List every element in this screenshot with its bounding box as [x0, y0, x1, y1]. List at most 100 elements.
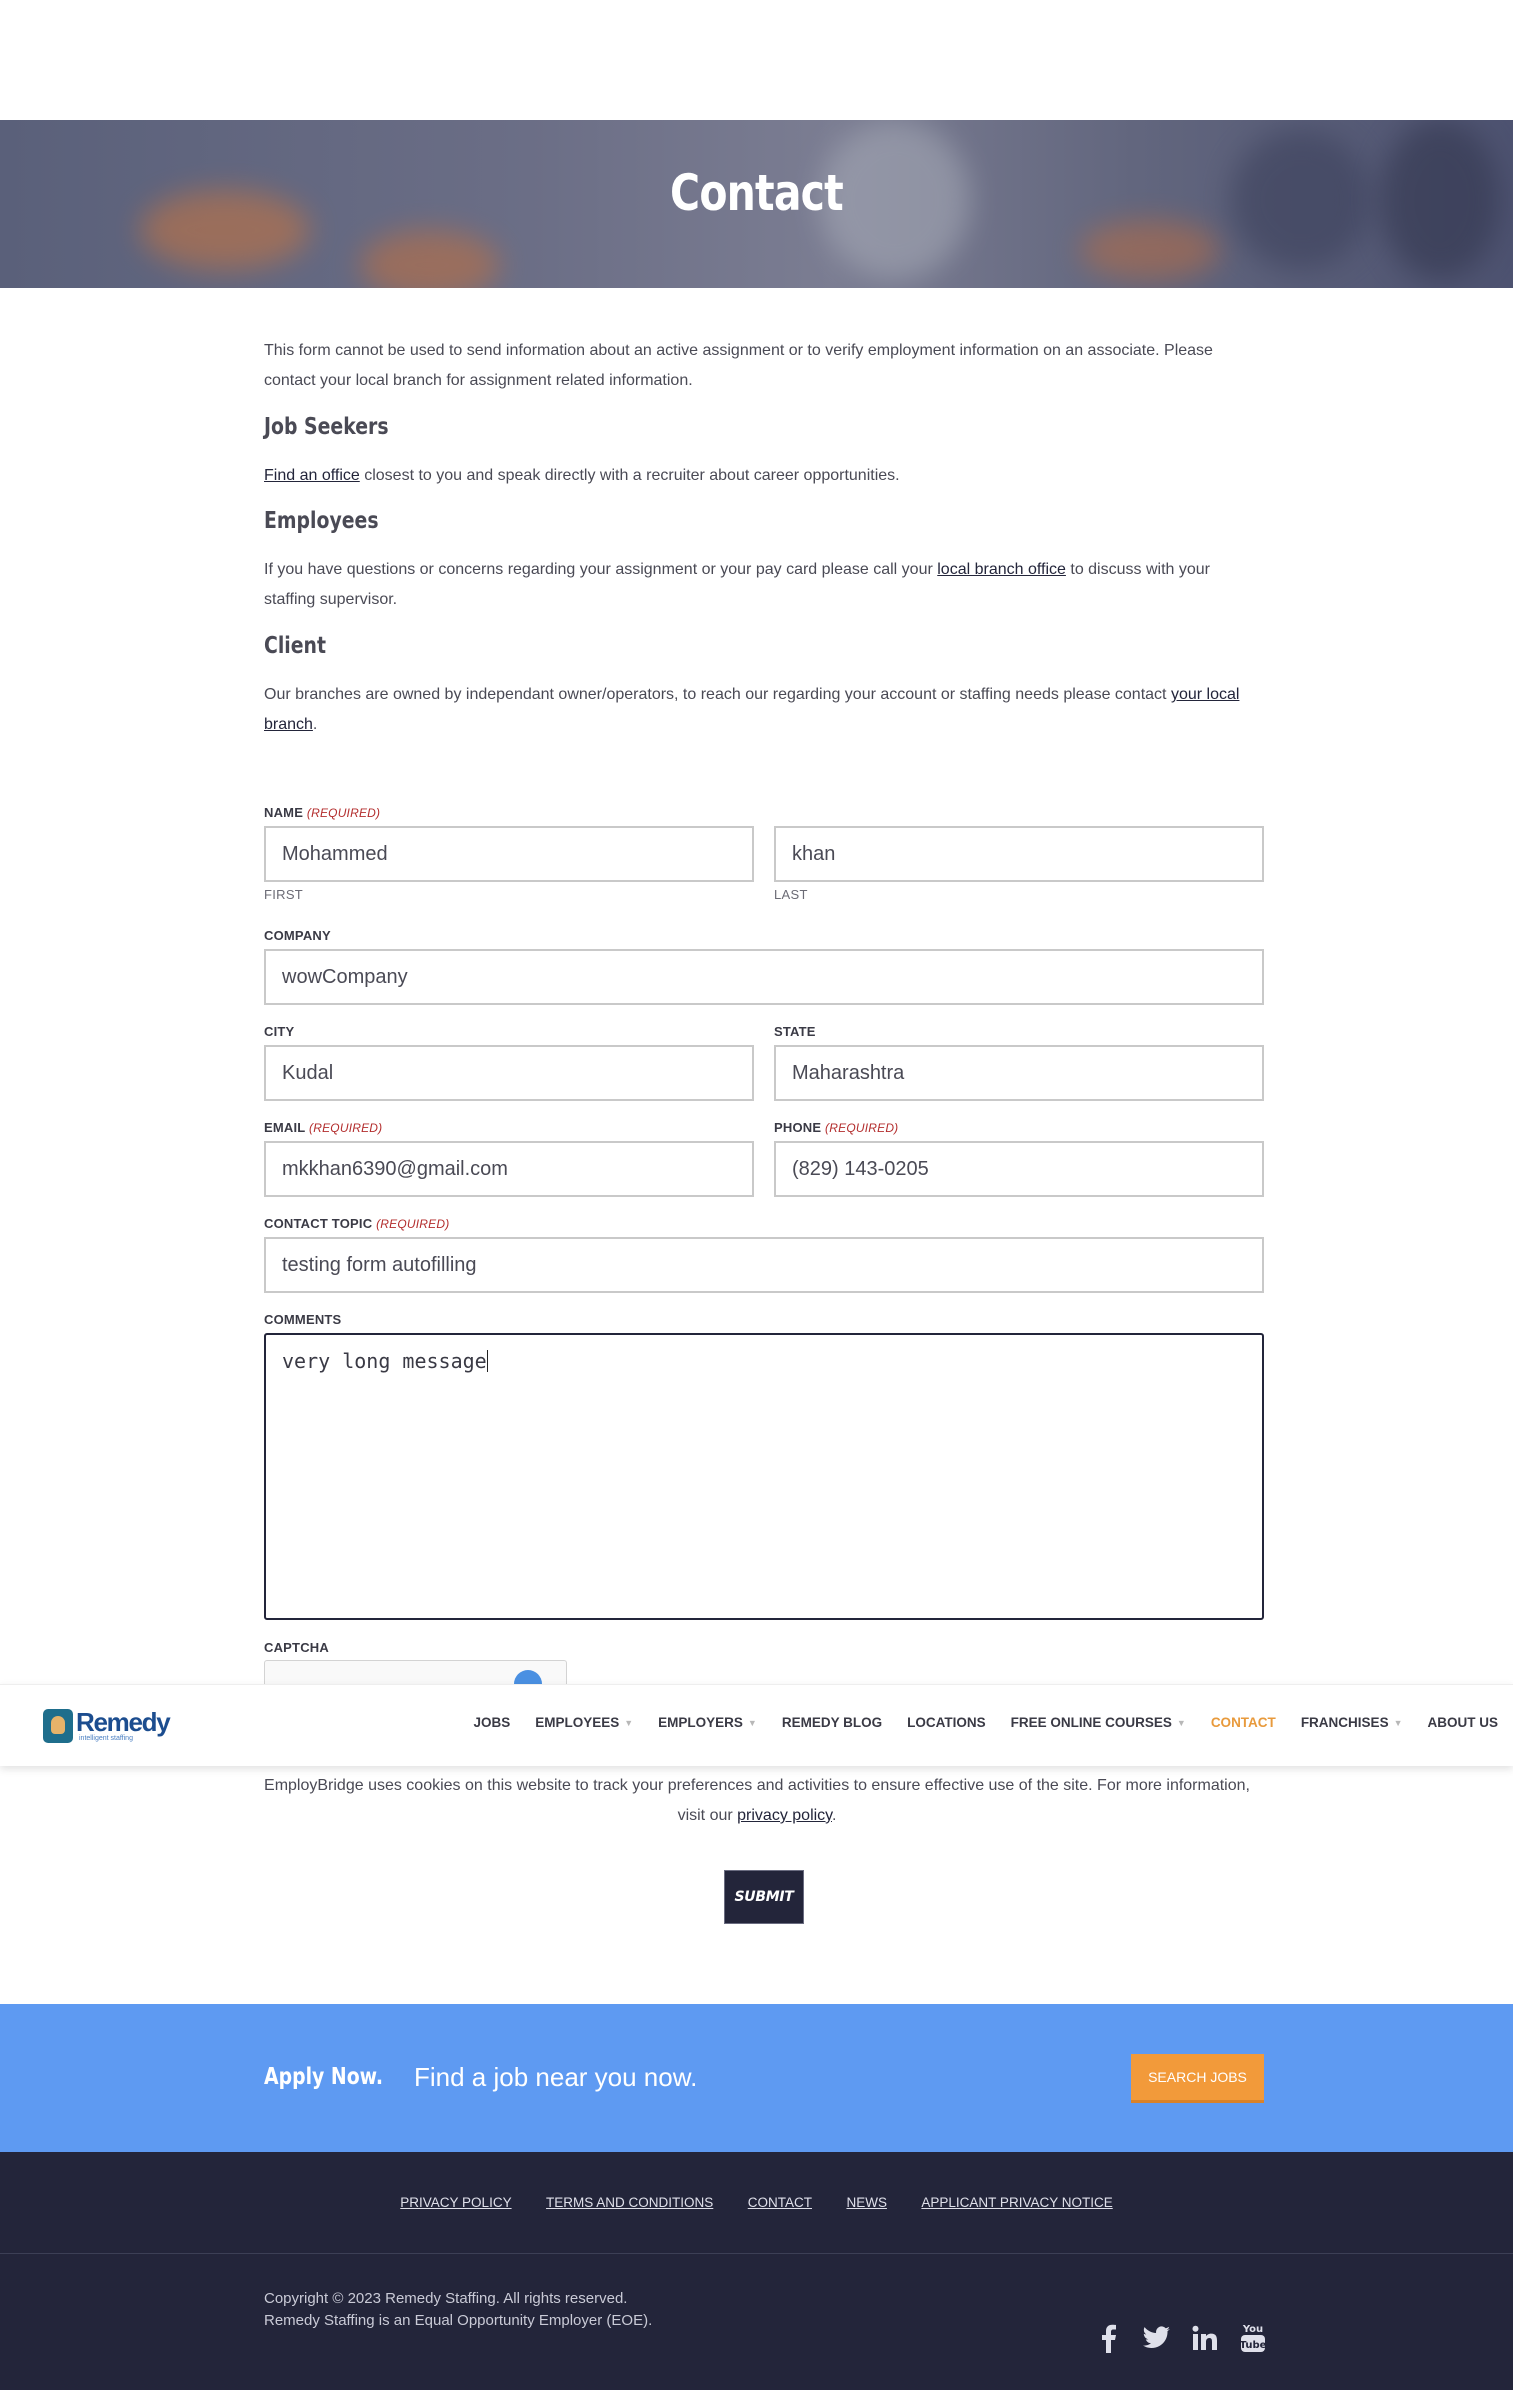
employees-title: Employees — [264, 508, 379, 534]
phone-label: PHONE (REQUIRED) — [774, 1120, 898, 1135]
nav-label: FREE ONLINE COURSES — [1010, 1715, 1172, 1730]
city-label: CITY — [264, 1024, 295, 1039]
job-seekers-title: Job Seekers — [264, 414, 389, 440]
last-name-input[interactable]: khan — [774, 826, 1264, 882]
social-links: You Tube — [1093, 2322, 1269, 2354]
cookie-notice: EmployBridge uses cookies on this websit… — [264, 1771, 1250, 1831]
contact-topic-input[interactable]: testing form autofilling — [264, 1237, 1264, 1293]
apply-now-subtitle: Find a job near you now. — [414, 2062, 698, 2092]
first-sublabel: FIRST — [264, 887, 304, 902]
nav-employees[interactable]: EMPLOYEES ▼ — [535, 1715, 633, 1730]
nav-employers[interactable]: EMPLOYERS ▼ — [658, 1715, 757, 1730]
footer-link-contact[interactable]: CONTACT — [748, 2195, 812, 2210]
nav-label: CONTACT — [1210, 1715, 1276, 1730]
site-footer: PRIVACY POLICY TERMS AND CONDITIONS CONT… — [0, 2152, 1513, 2390]
nav-label: LOCATIONS — [907, 1715, 986, 1730]
state-input[interactable]: Maharashtra — [774, 1045, 1264, 1101]
required-tag: (REQUIRED) — [825, 1121, 899, 1135]
linkedin-icon[interactable] — [1189, 2322, 1221, 2354]
comments-label: COMMENTS — [264, 1312, 342, 1327]
nav-locations[interactable]: LOCATIONS — [907, 1715, 986, 1730]
facebook-icon[interactable] — [1093, 2322, 1125, 2354]
client-title: Client — [264, 633, 327, 659]
company-input[interactable]: wowCompany — [264, 949, 1264, 1005]
phone-label-text: PHONE — [774, 1120, 822, 1135]
remedy-logo-icon — [43, 1709, 73, 1743]
nav-remedy-blog[interactable]: REMEDY BLOG — [782, 1715, 882, 1730]
client-text: Our branches are owned by independant ow… — [264, 680, 1250, 740]
nav-label: REMEDY BLOG — [781, 1715, 883, 1730]
logo-wordmark: Remedy — [76, 1707, 171, 1737]
find-office-link[interactable]: Find an office — [264, 467, 360, 484]
apply-now-title: Apply Now. — [264, 2064, 384, 2090]
nav-label: ABOUT US — [1427, 1715, 1499, 1730]
email-label: EMAIL (REQUIRED) — [264, 1120, 382, 1135]
footer-link-privacy-policy[interactable]: PRIVACY POLICY — [400, 2195, 511, 2210]
job-seekers-desc: closest to you and speak directly with a… — [359, 467, 900, 484]
eoe-text: Remedy Staffing is an Equal Opportunity … — [264, 2312, 653, 2329]
nav-jobs[interactable]: JOBS — [473, 1715, 510, 1730]
nav-contact[interactable]: CONTACT — [1211, 1715, 1276, 1730]
cookie-end: . — [831, 1807, 837, 1824]
client-heading: Client — [264, 633, 1250, 659]
text-cursor — [486, 1350, 488, 1372]
client-desc-1: Our branches are owned by independant ow… — [264, 686, 1171, 703]
local-branch-office-link[interactable]: local branch office — [937, 561, 1066, 578]
chevron-down-icon: ▼ — [747, 1718, 757, 1728]
city-input[interactable]: Kudal — [264, 1045, 754, 1101]
name-label: NAME (REQUIRED) — [264, 805, 380, 820]
topic-label: CONTACT TOPIC (REQUIRED) — [264, 1216, 449, 1231]
phone-input[interactable]: (829) 143-0205 — [774, 1141, 1264, 1197]
main-nav: JOBS EMPLOYEES ▼ EMPLOYERS ▼ REMEDY BLOG L… — [448, 1715, 1498, 1730]
job-seekers-text: Find an office closest to you and speak … — [264, 461, 1250, 491]
captcha-label: CAPTCHA — [264, 1640, 329, 1655]
remedy-logo[interactable]: Remedy intelligent staffing — [43, 1709, 171, 1743]
required-tag: (REQUIRED) — [376, 1217, 450, 1231]
youtube-icon[interactable]: You Tube — [1237, 2322, 1269, 2354]
chevron-down-icon: ▼ — [1176, 1718, 1186, 1728]
svg-text:You: You — [1242, 2324, 1263, 2335]
topic-label-text: CONTACT TOPIC — [264, 1216, 373, 1231]
comments-textarea[interactable]: very long message — [264, 1333, 1264, 1620]
copyright-text: Copyright © 2023 Remedy Staffing. All ri… — [264, 2290, 628, 2307]
required-tag: (REQUIRED) — [306, 806, 381, 820]
nav-label: EMPLOYEES — [535, 1715, 620, 1730]
hero-banner: Contact — [0, 120, 1513, 288]
chevron-down-icon: ▼ — [624, 1718, 634, 1728]
page-title: Contact — [670, 164, 844, 222]
privacy-policy-link[interactable]: privacy policy — [737, 1807, 832, 1824]
employees-heading: Employees — [264, 508, 1250, 534]
employees-text: If you have questions or concerns regard… — [264, 555, 1250, 615]
nav-about-us[interactable]: ABOUT US — [1428, 1715, 1499, 1730]
footer-link-news[interactable]: NEWS — [846, 2195, 887, 2210]
sticky-navbar: Remedy intelligent staffing JOBS EMPLOYE… — [0, 1684, 1513, 1766]
svg-text:Tube: Tube — [1240, 2340, 1266, 2351]
logo-tagline: intelligent staffing — [79, 1735, 133, 1742]
chevron-down-icon: ▼ — [1393, 1718, 1403, 1728]
search-jobs-button[interactable]: SEARCH JOBS — [1131, 2054, 1264, 2103]
nav-free-online-courses[interactable]: FREE ONLINE COURSES ▼ — [1011, 1715, 1186, 1730]
nav-label: EMPLOYERS — [658, 1715, 743, 1730]
name-label-text: NAME — [264, 805, 304, 820]
apply-now-band: Apply Now. Find a job near you now. SEAR… — [0, 2004, 1513, 2152]
client-desc-2: . — [312, 716, 318, 733]
footer-link-terms[interactable]: TERMS AND CONDITIONS — [546, 2195, 713, 2210]
job-seekers-heading: Job Seekers — [264, 414, 1250, 440]
first-name-input[interactable]: Mohammed — [264, 826, 754, 882]
footer-link-applicant-privacy[interactable]: APPLICANT PRIVACY NOTICE — [921, 2195, 1112, 2210]
required-tag: (REQUIRED) — [309, 1121, 383, 1135]
email-label-text: EMAIL — [264, 1120, 306, 1135]
submit-button[interactable]: SUBMIT — [724, 1870, 804, 1924]
nav-label: FRANCHISES — [1300, 1715, 1389, 1730]
notice-text: This form cannot be used to send informa… — [264, 342, 1213, 389]
last-sublabel: LAST — [774, 887, 808, 902]
comments-value: very long message — [282, 1349, 487, 1373]
footer-copyright: Copyright © 2023 Remedy Staffing. All ri… — [264, 2288, 652, 2332]
email-input[interactable]: mkkhan6390@gmail.com — [264, 1141, 754, 1197]
nav-franchises[interactable]: FRANCHISES ▼ — [1301, 1715, 1403, 1730]
footer-links: PRIVACY POLICY TERMS AND CONDITIONS CONT… — [0, 2194, 1513, 2212]
state-label: STATE — [774, 1024, 816, 1039]
footer-divider — [0, 2253, 1513, 2254]
company-label: COMPANY — [264, 928, 331, 943]
twitter-icon[interactable] — [1141, 2322, 1173, 2354]
